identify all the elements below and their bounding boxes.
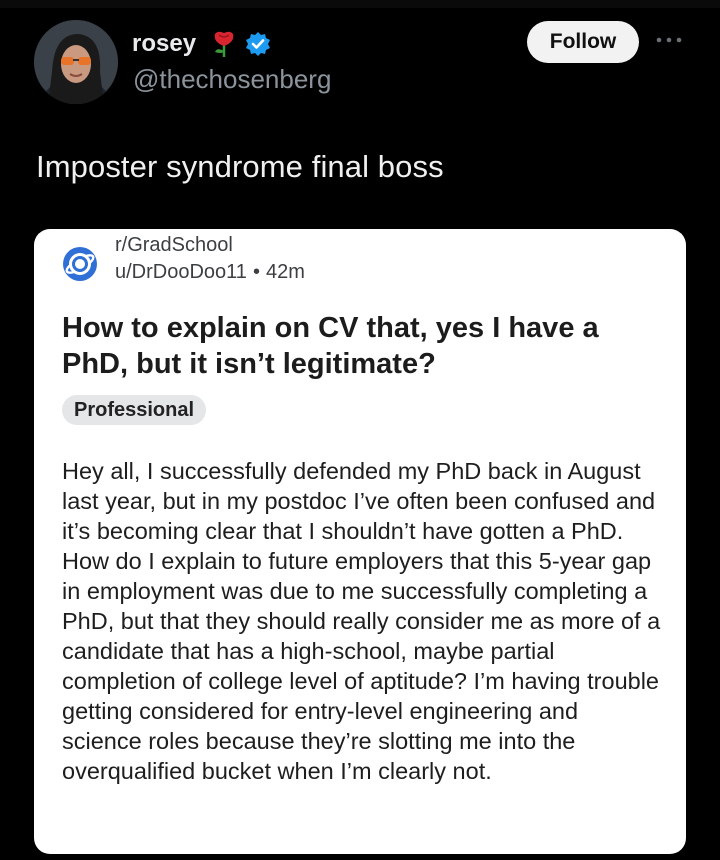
meta-separator: •	[252, 261, 260, 283]
post-flair: Professional	[62, 395, 207, 425]
ellipsis-icon[interactable]	[654, 33, 684, 47]
post-meta: u/DrDooDoo11 • 42m	[115, 261, 305, 284]
top-divider	[0, 0, 720, 8]
subreddit-name[interactable]: r/GradSchool	[115, 234, 233, 257]
post-age: 42m	[265, 261, 305, 283]
display-name[interactable]: rosey	[132, 30, 196, 58]
rose-icon	[210, 28, 238, 58]
follow-button[interactable]: Follow	[527, 21, 639, 63]
verified-badge-icon	[245, 31, 271, 57]
post-body: Hey all, I successfully defended my PhD …	[62, 458, 661, 784]
reddit-icon	[62, 246, 98, 282]
post-title[interactable]: How to explain on CV that, yes I have a …	[62, 310, 662, 382]
post-author[interactable]: u/DrDooDoo11	[115, 261, 247, 283]
embedded-reddit-post[interactable]: r/GradSchool u/DrDooDoo11 • 42m How to exp…	[34, 229, 686, 854]
tweet-text: Imposter syndrome final boss	[36, 149, 444, 184]
avatar[interactable]	[34, 20, 118, 104]
author-handle[interactable]: @thechosenberg	[133, 64, 331, 95]
